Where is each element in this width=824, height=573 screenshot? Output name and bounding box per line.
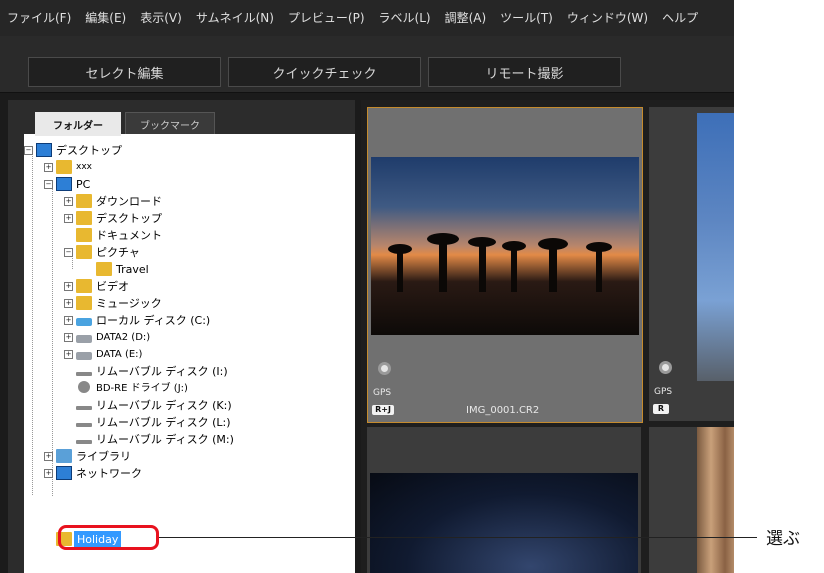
menu-adjust[interactable]: 調整(A) — [438, 0, 494, 36]
gps-label: GPS — [654, 387, 673, 397]
app-window: ファイル(F) 編集(E) 表示(V) サムネイル(N) プレビュー(P) ラベ… — [0, 0, 734, 573]
expand-icon[interactable]: + — [64, 299, 73, 308]
tree-node-label: DATA (E:) — [96, 349, 143, 360]
folder-panel: フォルダー ブックマーク − デスクトップ + xxx − PC + ダウンロー… — [8, 100, 355, 573]
remote-shooting-button[interactable]: リモート撮影 — [428, 57, 621, 87]
tree-node-label: ビデオ — [96, 280, 129, 293]
tree-node-label: DATA2 (D:) — [96, 332, 151, 343]
raw-jpeg-badge: R+J — [372, 405, 394, 415]
rating-icon — [659, 361, 672, 374]
downloads-folder-icon — [76, 194, 92, 208]
optical-drive-icon — [78, 381, 90, 393]
removable-disk-icon — [76, 440, 92, 444]
tree-node-label: ミュージック — [96, 297, 162, 310]
expand-icon[interactable]: + — [64, 282, 73, 291]
folder-icon — [96, 262, 112, 276]
tree-node-label: リムーバブル ディスク (K:) — [96, 399, 232, 412]
thumbnail-image — [697, 427, 734, 573]
thumbnail-image — [370, 473, 638, 573]
menu-edit[interactable]: 編集(E) — [78, 0, 133, 36]
tree-node-label: デスクトップ — [56, 144, 122, 157]
expand-icon[interactable]: + — [64, 214, 73, 223]
pc-icon — [56, 177, 72, 191]
tree-node-label: ローカル ディスク (C:) — [96, 314, 211, 327]
menu-label[interactable]: ラベル(L) — [372, 0, 438, 36]
drive-icon — [76, 335, 92, 343]
tree-node-label: ダウンロード — [96, 195, 162, 208]
thumbnail-tile[interactable]: GPS R+J IMG_0001.CR2 — [367, 107, 643, 423]
thumbnail-tile[interactable] — [367, 427, 641, 573]
collapse-icon[interactable]: − — [24, 146, 33, 155]
folder-tree: − デスクトップ + xxx − PC + ダウンロード + デスクトップ ドキ… — [24, 134, 355, 573]
tree-node-label: ドキュメント — [96, 229, 162, 242]
quick-check-button[interactable]: クイックチェック — [228, 57, 421, 87]
tree-node-label: リムーバブル ディスク (L:) — [96, 416, 231, 429]
tree-node-label: デスクトップ — [96, 212, 162, 225]
highlight-ring — [58, 525, 159, 550]
menu-file[interactable]: ファイル(F) — [0, 0, 78, 36]
rating-icon — [378, 362, 391, 375]
expand-icon[interactable]: + — [64, 350, 73, 359]
menu-thumbnail[interactable]: サムネイル(N) — [189, 0, 281, 36]
removable-disk-icon — [76, 406, 92, 410]
removable-disk-icon — [76, 372, 92, 376]
tree-node-label: Travel — [116, 263, 149, 276]
tree-node-label: BD-RE ドライブ (J:) — [96, 383, 188, 394]
baobab-silhouette — [388, 233, 612, 292]
toolbar: セレクト編集 クイックチェック リモート撮影 — [0, 36, 734, 93]
desktop-folder-icon — [76, 211, 92, 225]
local-disk-icon — [76, 318, 92, 326]
user-folder-icon — [56, 160, 72, 174]
tree-node-label: リムーバブル ディスク (I:) — [96, 365, 228, 378]
expand-icon[interactable]: + — [64, 316, 73, 325]
tab-folders[interactable]: フォルダー — [35, 112, 121, 136]
tree-node-label: xxx — [76, 162, 92, 172]
videos-folder-icon — [76, 279, 92, 293]
menu-tools[interactable]: ツール(T) — [493, 0, 560, 36]
tree-node-label: ライブラリ — [76, 450, 131, 463]
menu-view[interactable]: 表示(V) — [133, 0, 189, 36]
raw-badge: R — [653, 404, 669, 414]
collapse-icon[interactable]: − — [44, 180, 53, 189]
thumbnail-grid: GPS R+J IMG_0001.CR2 GPS R — [361, 100, 734, 573]
documents-folder-icon — [76, 228, 92, 242]
callout-leader-line — [159, 537, 757, 538]
thumbnail-tile[interactable] — [649, 427, 734, 573]
tree-node-label: ネットワーク — [76, 467, 142, 480]
thumbnail-tile[interactable]: GPS R — [649, 107, 734, 421]
tree-node-label: ピクチャ — [96, 246, 140, 259]
callout-label: 選ぶ — [766, 529, 800, 549]
expand-icon[interactable]: + — [64, 333, 73, 342]
menubar: ファイル(F) 編集(E) 表示(V) サムネイル(N) プレビュー(P) ラベ… — [0, 0, 734, 36]
expand-icon[interactable]: + — [44, 469, 53, 478]
removable-disk-icon — [76, 423, 92, 427]
music-folder-icon — [76, 296, 92, 310]
tree-node-label: PC — [76, 178, 91, 191]
select-edit-button[interactable]: セレクト編集 — [28, 57, 221, 87]
expand-icon[interactable]: + — [64, 197, 73, 206]
collapse-icon[interactable]: − — [64, 248, 73, 257]
expand-icon[interactable]: + — [44, 163, 53, 172]
thumbnail-image — [371, 157, 639, 335]
desktop-icon — [36, 143, 52, 157]
menu-help[interactable]: ヘルプ — [655, 0, 705, 36]
network-icon — [56, 466, 72, 480]
menu-preview[interactable]: プレビュー(P) — [281, 0, 372, 36]
tree-node-label: リムーバブル ディスク (M:) — [96, 433, 234, 446]
tab-bookmarks[interactable]: ブックマーク — [125, 112, 215, 136]
expand-icon[interactable]: + — [44, 452, 53, 461]
thumbnail-image — [697, 113, 734, 381]
drive-icon — [76, 352, 92, 360]
thumbnail-filename: IMG_0001.CR2 — [466, 405, 540, 416]
pictures-folder-icon — [76, 245, 92, 259]
menu-window[interactable]: ウィンドウ(W) — [560, 0, 655, 36]
library-icon — [56, 449, 72, 463]
gps-label: GPS — [373, 388, 392, 398]
